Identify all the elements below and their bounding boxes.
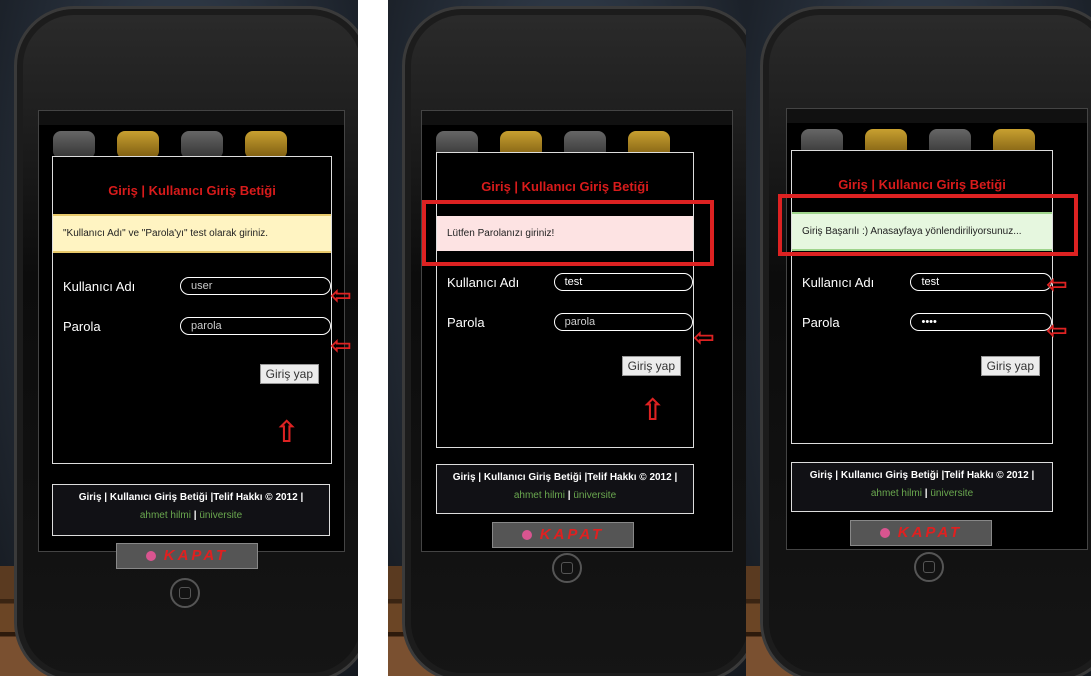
username-label: Kullanıcı Adı — [63, 278, 136, 294]
footer-link-university[interactable]: üniversite — [930, 488, 973, 499]
password-label: Parola — [802, 314, 840, 330]
login-button[interactable]: Giriş yap — [980, 356, 1040, 376]
password-input[interactable]: •••• — [910, 313, 1052, 331]
screenshot-panel-3: Giriş | Kullanıcı Giriş Betiği Giriş Baş… — [746, 0, 1091, 676]
app-icon — [53, 131, 95, 159]
login-button[interactable]: Giriş yap — [259, 364, 319, 384]
status-bar — [787, 109, 1087, 123]
password-label: Parola — [447, 314, 485, 330]
info-notice: "Kullanıcı Adı" ve "Parola'yı" test olar… — [53, 214, 331, 253]
close-label: KAPAT — [897, 524, 963, 541]
close-button[interactable]: KAPAT — [492, 522, 634, 548]
status-bar — [39, 111, 344, 125]
password-input[interactable]: parola — [553, 313, 693, 331]
password-label: Parola — [63, 318, 101, 334]
app-icon — [245, 131, 287, 159]
arrow-left-icon: ⇦ — [1046, 316, 1068, 346]
close-label: KAPAT — [163, 547, 229, 564]
home-button — [914, 552, 944, 582]
footer-separator: | — [924, 488, 928, 499]
close-button[interactable]: KAPAT — [850, 520, 992, 546]
footer-link-author[interactable]: ahmet hilmi — [871, 488, 922, 499]
arrow-left-icon: ⇦ — [330, 281, 352, 311]
arrow-up-icon: ⇧ — [274, 415, 300, 450]
annotation-highlight-box — [422, 200, 714, 266]
username-input[interactable]: test — [553, 273, 693, 291]
modal-title: Giriş | Kullanıcı Giriş Betiği — [481, 179, 649, 194]
modal-title: Giriş | Kullanıcı Giriş Betiği — [108, 183, 276, 198]
screenshot-panel-2: Giriş | Kullanıcı Giriş Betiği Lütfen Pa… — [388, 0, 746, 676]
arrow-left-icon: ⇦ — [330, 331, 352, 361]
username-input[interactable]: user — [180, 277, 331, 295]
app-icon — [117, 131, 159, 159]
close-label: KAPAT — [539, 526, 605, 543]
arrow-left-icon: ⇦ — [1046, 270, 1068, 300]
modal-title: Giriş | Kullanıcı Giriş Betiği — [838, 177, 1006, 192]
username-label: Kullanıcı Adı — [802, 274, 875, 290]
arrow-up-icon: ⇧ — [640, 393, 666, 428]
password-input[interactable]: parola — [180, 317, 331, 335]
record-icon — [145, 551, 156, 562]
footer-link-university[interactable]: üniversite — [573, 490, 616, 501]
login-button[interactable]: Giriş yap — [621, 356, 681, 376]
footer-link-university[interactable]: üniversite — [199, 510, 242, 521]
footer-text: Giriş | Kullanıcı Giriş Betiği |Telif Ha… — [78, 492, 304, 503]
home-button — [552, 553, 582, 583]
footer: Giriş | Kullanıcı Giriş Betiği |Telif Ha… — [52, 484, 330, 536]
record-icon — [879, 528, 890, 539]
status-bar — [422, 111, 732, 125]
username-label: Kullanıcı Adı — [447, 274, 520, 290]
footer-separator: | — [567, 490, 571, 501]
footer-link-author[interactable]: ahmet hilmi — [514, 490, 565, 501]
close-button[interactable]: KAPAT — [116, 543, 258, 569]
footer-link-author[interactable]: ahmet hilmi — [140, 510, 191, 521]
screenshot-panel-1: Giriş | Kullanıcı Giriş Betiği "Kullanıc… — [0, 0, 358, 676]
record-icon — [521, 530, 532, 541]
home-button — [170, 578, 200, 608]
app-icon — [181, 131, 223, 159]
arrow-left-icon: ⇦ — [693, 323, 715, 353]
username-input[interactable]: test — [910, 273, 1052, 291]
footer-text: Giriş | Kullanıcı Giriş Betiği |Telif Ha… — [452, 472, 678, 483]
footer: Giriş | Kullanıcı Giriş Betiği |Telif Ha… — [791, 462, 1053, 512]
annotation-highlight-box — [778, 194, 1078, 256]
footer: Giriş | Kullanıcı Giriş Betiği |Telif Ha… — [436, 464, 694, 514]
footer-text: Giriş | Kullanıcı Giriş Betiği |Telif Ha… — [809, 470, 1035, 481]
footer-separator: | — [193, 510, 197, 521]
